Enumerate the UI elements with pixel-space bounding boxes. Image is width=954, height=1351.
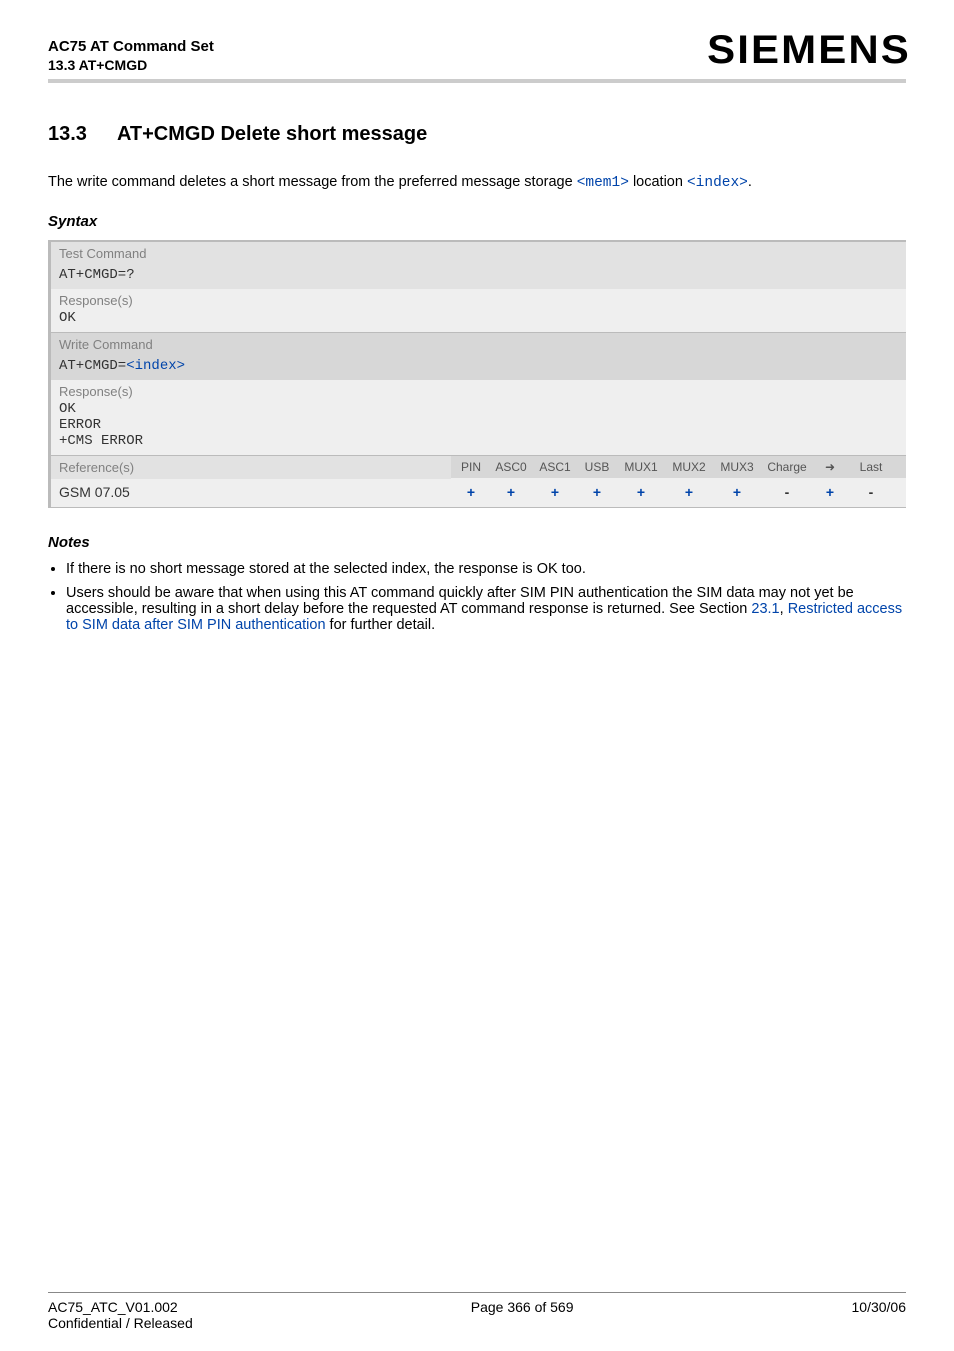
write-command-label: Write Command: [48, 333, 906, 356]
notes-heading: Notes: [48, 534, 906, 551]
footer-left: AC75_ATC_V01.002 Confidential / Released: [48, 1299, 193, 1331]
intro-prefix: The write command deletes a short messag…: [48, 174, 577, 190]
cap-value-mux1: +: [617, 484, 665, 500]
test-response-block: Response(s) OK: [48, 289, 906, 332]
reference-panel: Reference(s) GSM 07.05 PIN ASC0 ASC1 USB…: [48, 456, 906, 508]
syntax-heading: Syntax: [48, 213, 906, 230]
write-command-value: AT+CMGD=<index>: [48, 356, 906, 380]
write-response-line-2: ERROR: [59, 417, 898, 433]
cap-header-asc0: ASC0: [489, 460, 533, 474]
brand-logo: SIEMENS: [707, 28, 911, 73]
cap-value-pin: +: [453, 484, 489, 500]
doc-title: AC75 AT Command Set: [48, 37, 214, 57]
write-cmd-index-link[interactable]: <index>: [126, 358, 185, 374]
syntax-block: Test Command AT+CMGD=? Response(s) OK Wr…: [48, 240, 906, 508]
cap-value-asc0: +: [489, 484, 533, 500]
page-header: AC75 AT Command Set 13.3 AT+CMGD SIEMENS: [48, 28, 906, 83]
cap-header-mux1: MUX1: [617, 460, 665, 474]
cap-header-mux2: MUX2: [665, 460, 713, 474]
footer-page-number: Page 366 of 569: [471, 1299, 574, 1331]
reference-value: GSM 07.05: [51, 479, 451, 507]
write-response-line-3: +CMS ERROR: [59, 433, 898, 449]
reference-label: Reference(s): [51, 456, 451, 479]
reference-left: Reference(s) GSM 07.05: [51, 456, 451, 507]
section-number: 13.3: [48, 123, 87, 146]
index-link[interactable]: <index>: [687, 175, 748, 191]
test-command-panel: Test Command AT+CMGD=? Response(s) OK: [48, 242, 906, 333]
note-2-text-b: for further detail.: [326, 617, 436, 633]
cap-header-pin: PIN: [453, 460, 489, 474]
write-response-block: Response(s) OK ERROR +CMS ERROR: [48, 380, 906, 455]
capability-matrix: PIN ASC0 ASC1 USB MUX1 MUX2 MUX3 Charge …: [451, 456, 906, 507]
doc-subtitle: 13.3 AT+CMGD: [48, 57, 214, 73]
cap-value-air: +: [813, 484, 847, 500]
test-command-label: Test Command: [48, 242, 906, 265]
cap-value-mux3: +: [713, 484, 761, 500]
write-response-label: Response(s): [59, 384, 898, 399]
note-2-mid: ,: [780, 601, 788, 617]
note-item-1: If there is no short message stored at t…: [66, 561, 906, 577]
intro-middle: location: [629, 174, 687, 190]
footer-date: 10/30/06: [852, 1299, 907, 1331]
cap-header-last: Last: [847, 460, 895, 474]
cap-value-mux2: +: [665, 484, 713, 500]
test-response-value: OK: [59, 310, 898, 326]
note-item-2: Users should be aware that when using th…: [66, 585, 906, 633]
capability-value-row: + + + + + + + - + -: [451, 478, 906, 507]
cap-value-asc1: +: [533, 484, 577, 500]
note-2-text-a: Users should be aware that when using th…: [66, 585, 854, 617]
cap-header-charge: Charge: [761, 460, 813, 474]
section-heading: 13.3 AT+CMGD Delete short message: [48, 123, 906, 146]
note-1-text: If there is no short message stored at t…: [66, 561, 586, 577]
cap-header-asc1: ASC1: [533, 460, 577, 474]
notes-list: If there is no short message stored at t…: [48, 561, 906, 633]
mem1-link[interactable]: <mem1>: [577, 175, 629, 191]
cap-header-mux3: MUX3: [713, 460, 761, 474]
section-title: AT+CMGD Delete short message: [117, 123, 427, 146]
cap-header-usb: USB: [577, 460, 617, 474]
test-response-label: Response(s): [59, 293, 898, 308]
footer-doc-version: AC75_ATC_V01.002: [48, 1299, 193, 1315]
cap-value-usb: +: [577, 484, 617, 500]
cap-value-charge: -: [761, 484, 813, 500]
intro-suffix: .: [748, 174, 752, 190]
footer-confidentiality: Confidential / Released: [48, 1315, 193, 1331]
capability-header-row: PIN ASC0 ASC1 USB MUX1 MUX2 MUX3 Charge …: [451, 456, 906, 478]
intro-paragraph: The write command deletes a short messag…: [48, 174, 906, 191]
page-footer: AC75_ATC_V01.002 Confidential / Released…: [48, 1292, 906, 1331]
write-response-line-1: OK: [59, 401, 898, 417]
doc-title-block: AC75 AT Command Set 13.3 AT+CMGD: [48, 37, 214, 73]
write-command-panel: Write Command AT+CMGD=<index> Response(s…: [48, 333, 906, 456]
cap-value-last: -: [847, 484, 895, 500]
test-command-value: AT+CMGD=?: [48, 265, 906, 289]
airplane-icon: ➜: [813, 460, 847, 474]
section-23-1-link[interactable]: 23.1: [751, 601, 779, 617]
write-cmd-prefix: AT+CMGD=: [59, 358, 126, 374]
